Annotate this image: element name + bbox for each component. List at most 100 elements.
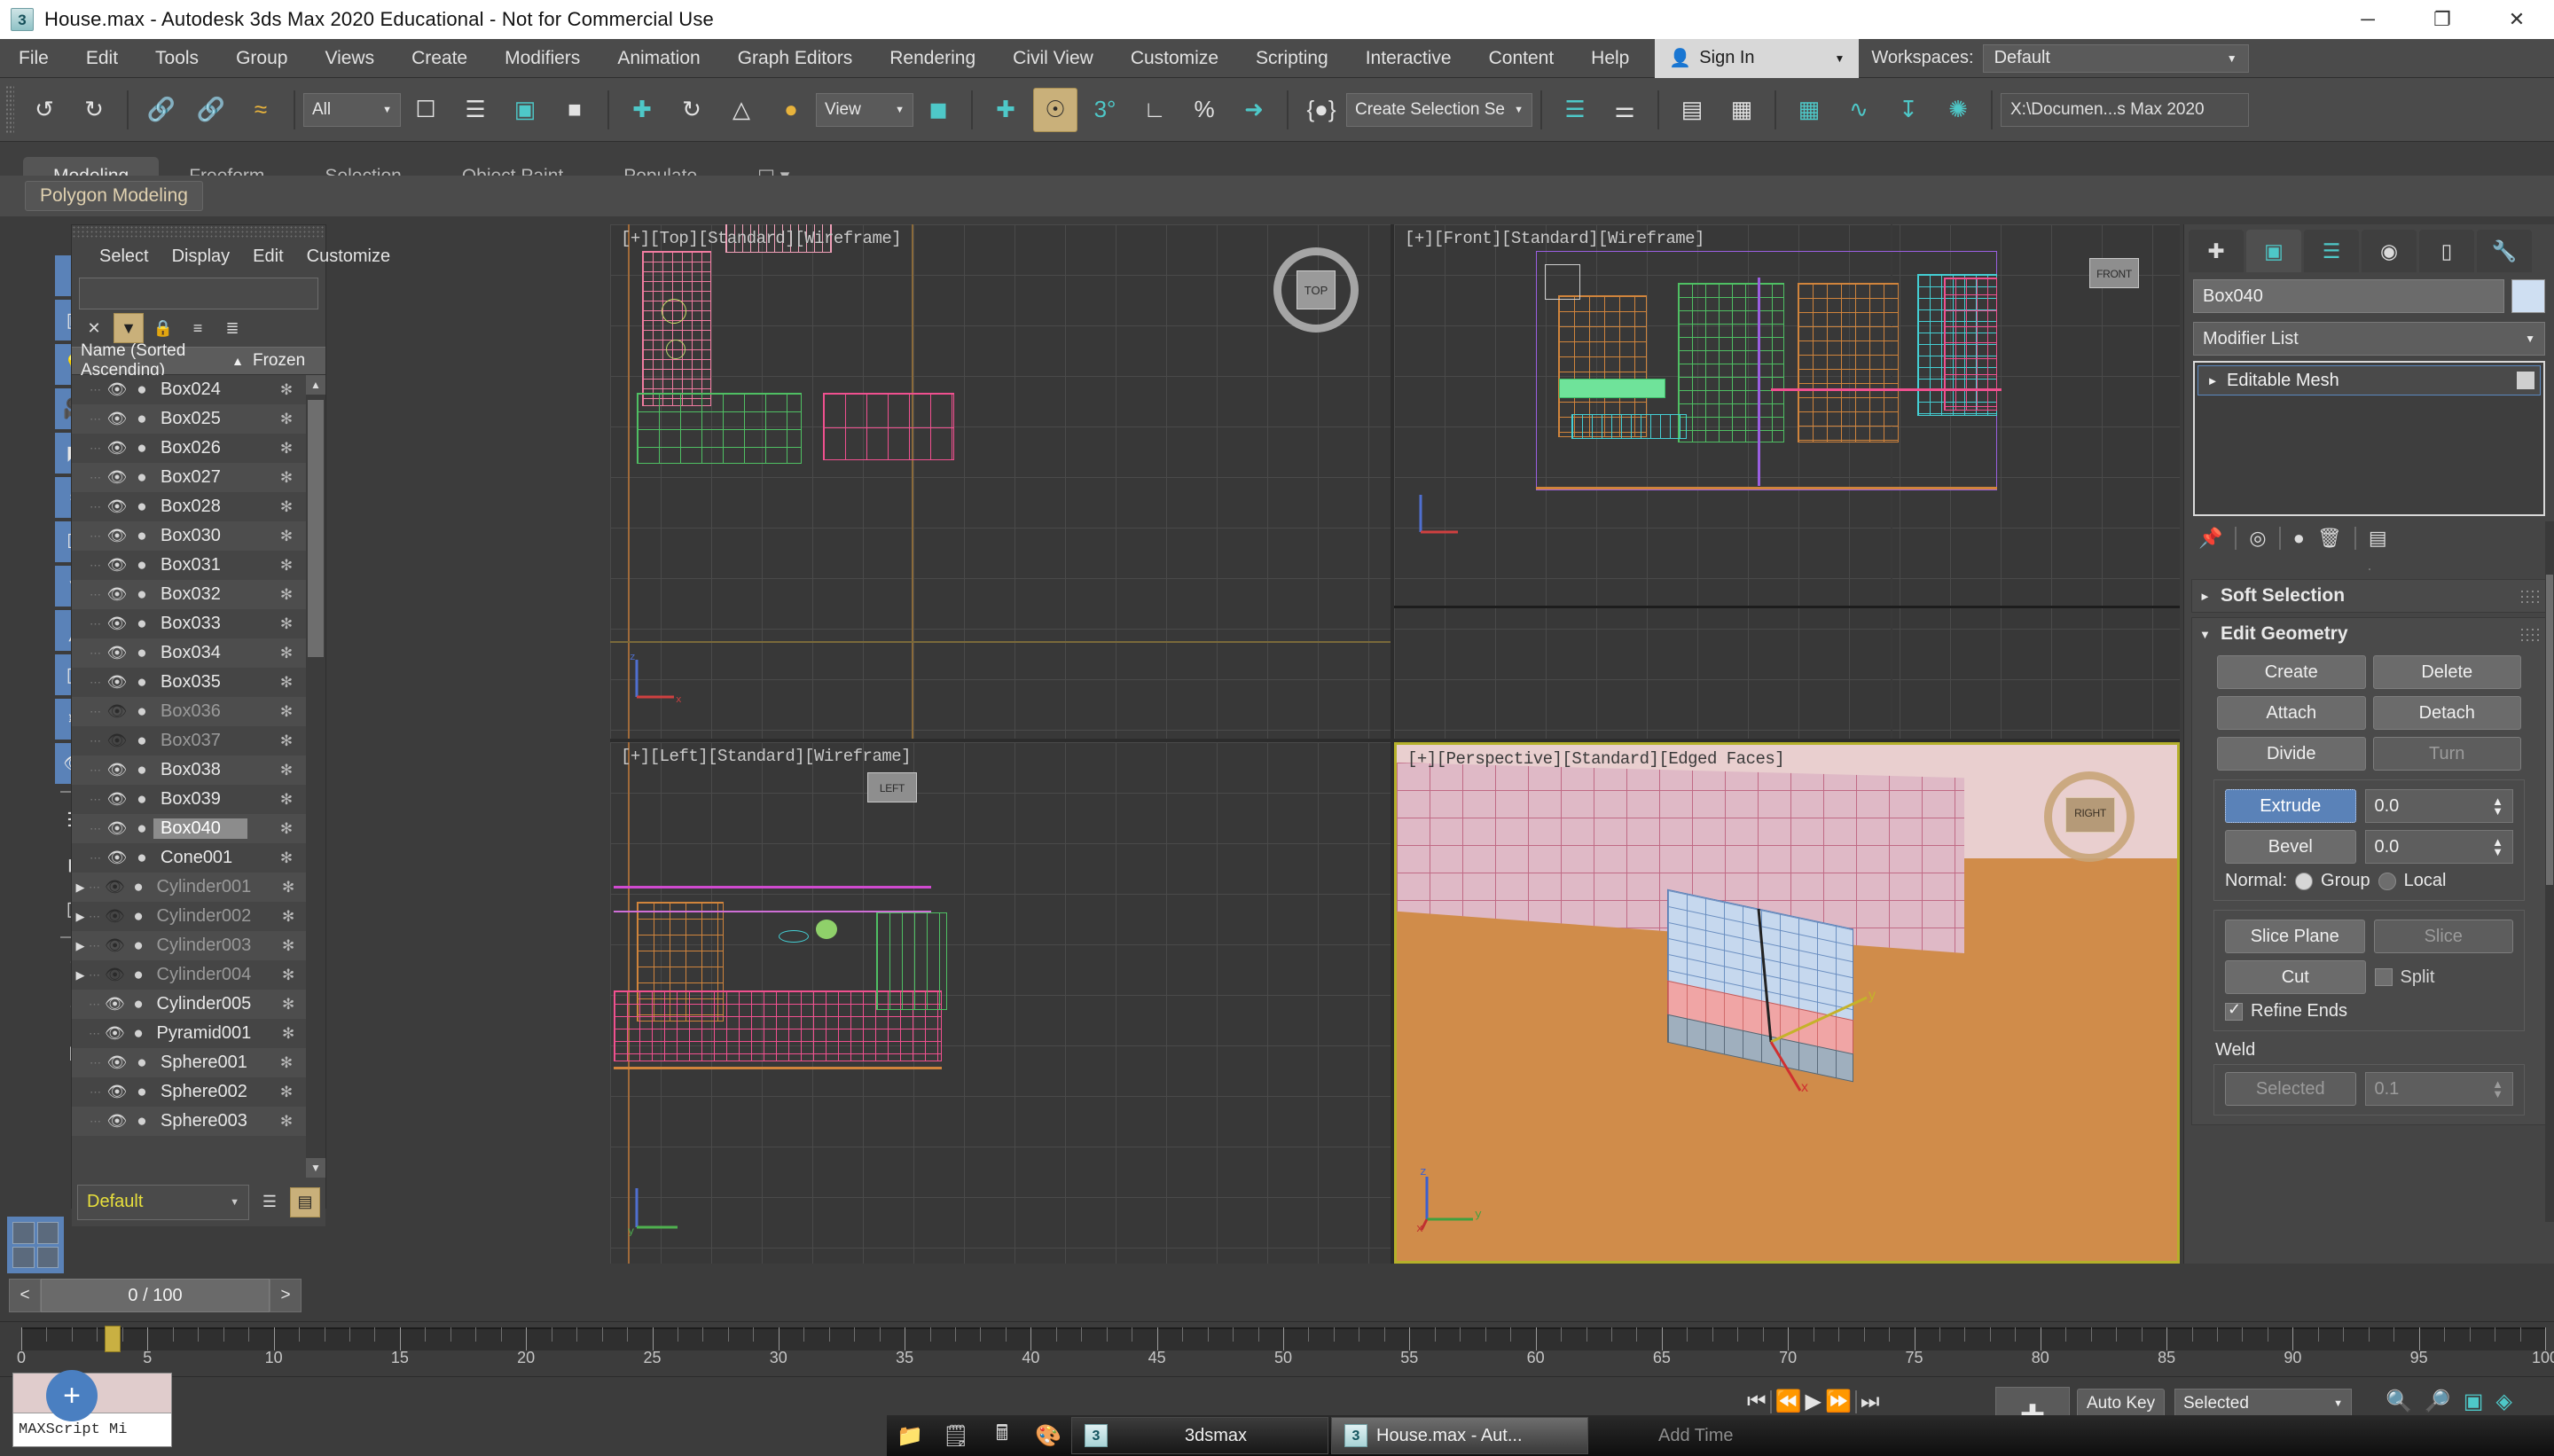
tab-create[interactable]: ✚ <box>2189 230 2244 272</box>
object-name[interactable]: Box030 <box>153 526 247 546</box>
scroll-up-icon[interactable]: ▲ <box>306 375 325 395</box>
table-row[interactable]: ⋯ 👁 ● Box032 ✻ <box>72 580 325 609</box>
visibility-toggle-icon[interactable]: 👁 <box>104 439 130 458</box>
table-row[interactable]: ⋯ 👁 ● Box040 ✻ <box>72 814 325 843</box>
object-name[interactable]: Box040 <box>153 818 247 839</box>
mirror-icon[interactable]: ☰ <box>1553 88 1597 132</box>
go-to-end-icon[interactable]: ⏭ <box>1861 1389 1880 1414</box>
table-row[interactable]: ▶ ⋯ 👁 ● Cylinder004 ✻ <box>72 960 325 990</box>
object-color-swatch[interactable] <box>2511 279 2545 313</box>
redo-icon[interactable]: ↻ <box>72 88 116 132</box>
explorer-menu-edit[interactable]: Edit <box>241 245 294 269</box>
expand-all-icon[interactable]: ≣ <box>217 313 247 343</box>
taskbar-item-3dsmax[interactable]: 3 3dsmax <box>1071 1417 1328 1454</box>
object-name[interactable]: Box039 <box>153 789 247 810</box>
lock-selection-icon[interactable]: 🔒 <box>148 313 178 343</box>
clear-search-icon[interactable]: ✕ <box>79 313 109 343</box>
object-name[interactable]: Cylinder002 <box>150 906 252 927</box>
angle-snap-toggle-icon[interactable]: ☉ <box>1033 87 1077 132</box>
ribbon-panel-polygon-modeling[interactable]: Polygon Modeling <box>25 181 203 211</box>
column-frozen[interactable]: Frozen <box>247 351 325 371</box>
folder-icon[interactable]: 📁 <box>890 1418 929 1453</box>
visibility-toggle-icon[interactable]: 👁 <box>104 819 130 838</box>
select-and-scale-icon[interactable]: △ <box>719 88 764 132</box>
visibility-toggle-icon[interactable]: 👁 <box>102 1024 128 1043</box>
viewport-top-label[interactable]: [+][Top][Standard][Wireframe] <box>621 229 902 248</box>
menu-content[interactable]: Content <box>1470 39 1573 78</box>
delete-button[interactable]: Delete <box>2372 655 2521 689</box>
bevel-amount-spinner[interactable]: 0.0 ▲ ▼ <box>2364 830 2513 864</box>
viewport-perspective-label[interactable]: [+][Perspective][Standard][Edged Faces] <box>1407 749 1785 769</box>
explorer-list[interactable]: ⋯ 👁 ● Box024 ✻ ⋯ 👁 ● Box025 ✻ ⋯ 👁 ● Box026 ✻ ⋯ 👁 ● Box027 ✻… <box>72 375 325 1178</box>
table-row[interactable]: ⋯ 👁 ● Box024 ✻ <box>72 375 325 404</box>
visibility-toggle-icon[interactable]: 👁 <box>104 497 130 516</box>
menu-group[interactable]: Group <box>217 39 306 78</box>
show-end-result-icon[interactable]: ◎ <box>2249 527 2266 550</box>
previous-frame-icon[interactable]: ⏪ <box>1775 1389 1802 1414</box>
object-name[interactable]: Cone001 <box>153 848 247 868</box>
undo-icon[interactable]: ↺ <box>22 88 67 132</box>
menu-animation[interactable]: Animation <box>599 39 718 78</box>
expand-arrow-icon[interactable]: ▶ <box>72 939 89 953</box>
move-gizmo[interactable]: y x <box>1751 900 1911 1095</box>
prev-frame-button[interactable]: < <box>9 1279 41 1312</box>
maximize-button[interactable]: ❐ <box>2405 0 2480 39</box>
expand-arrow-icon[interactable]: ▶ <box>72 910 89 924</box>
make-unique-icon[interactable]: ● <box>2293 527 2305 550</box>
viewport-top[interactable]: TOP z x [+][Top][Standard][Wireframe] <box>610 224 1391 739</box>
reference-coordinate-select[interactable]: View ▼ <box>816 92 913 127</box>
modifier-list-select[interactable]: Modifier List ▼ <box>2193 322 2545 356</box>
material-editor-icon[interactable]: ▦ <box>1787 88 1831 132</box>
extrude-button[interactable]: Extrude <box>2225 789 2356 823</box>
filter-toggle-icon[interactable]: ▼ <box>114 313 144 343</box>
minimize-button[interactable]: ─ <box>2331 0 2405 39</box>
spinner-arrows-icon[interactable]: ▲ ▼ <box>2492 836 2503 857</box>
object-name[interactable]: Cylinder003 <box>150 935 252 956</box>
table-row[interactable]: ⋯ 👁 ● Sphere003 ✻ <box>72 1107 325 1136</box>
object-name[interactable]: Cylinder001 <box>150 877 252 897</box>
explorer-menu-customize[interactable]: Customize <box>295 245 402 269</box>
table-row[interactable]: ⋯ 👁 ● Box026 ✻ <box>72 434 325 463</box>
table-row[interactable]: ⋯ 👁 ● Box034 ✻ <box>72 638 325 668</box>
table-row[interactable]: ⋯ 👁 ● Box031 ✻ <box>72 551 325 580</box>
scene-hierarchy-icon[interactable]: ▤ <box>290 1186 320 1217</box>
menu-interactive[interactable]: Interactive <box>1347 39 1470 78</box>
table-row[interactable]: ⋯ 👁 ● Cylinder005 ✻ <box>72 990 325 1019</box>
table-row[interactable]: ⋯ 👁 ● Box028 ✻ <box>72 492 325 521</box>
window-crossing-icon[interactable]: ■ <box>552 88 597 132</box>
next-frame-button[interactable]: > <box>270 1279 302 1312</box>
next-frame-icon[interactable]: ⏩ <box>1825 1389 1852 1414</box>
bind-to-space-warp-icon[interactable]: ≈ <box>239 88 283 132</box>
visibility-toggle-icon[interactable]: 👁 <box>104 468 130 487</box>
viewport-front[interactable]: FRONT [+][Front][Standard][Wireframe] <box>1394 224 2180 739</box>
configure-modifier-sets-icon[interactable]: ▤ <box>2369 527 2387 550</box>
time-slider-handle[interactable] <box>105 1326 121 1352</box>
tab-display[interactable]: ▯ <box>2419 230 2474 272</box>
extrude-amount-spinner[interactable]: 0.0 ▲ ▼ <box>2364 789 2513 823</box>
visibility-toggle-icon[interactable]: 👁 <box>104 1112 130 1131</box>
edit-named-selection-sets-icon[interactable]: {●} <box>1299 88 1344 132</box>
weld-threshold-spinner[interactable]: 0.1 ▲ ▼ <box>2364 1072 2513 1106</box>
menu-create[interactable]: Create <box>393 39 486 78</box>
viewport-perspective[interactable]: y x RIGHT z y x [+][Perspective][Standar… <box>1394 742 2180 1264</box>
scene-explorer-icon[interactable]: ▦ <box>1720 88 1764 132</box>
object-name[interactable]: Box026 <box>153 438 247 458</box>
expand-arrow-icon[interactable]: ► <box>2198 374 2227 387</box>
object-name-input[interactable]: Box040 <box>2193 279 2504 313</box>
object-name[interactable]: Box027 <box>153 467 247 488</box>
percent-snap-icon[interactable]: 3° <box>1083 88 1127 132</box>
modifier-toggle-icon[interactable] <box>2517 372 2534 389</box>
visibility-toggle-icon[interactable]: 👁 <box>102 966 128 984</box>
table-row[interactable]: ⋯ 👁 ● Pyramid001 ✻ <box>72 1019 325 1048</box>
object-name[interactable]: Box028 <box>153 497 247 517</box>
spinner-snap-icon[interactable]: ∟ <box>1132 88 1177 132</box>
explorer-scrollbar[interactable]: ▲ ▼ <box>306 375 325 1178</box>
object-name[interactable]: Box032 <box>153 584 247 605</box>
divide-button[interactable]: Divide <box>2217 737 2366 771</box>
curve-editor-icon[interactable]: ∿ <box>1837 88 1881 132</box>
pin-stack-icon[interactable]: 📌 <box>2198 527 2222 550</box>
object-name[interactable]: Box031 <box>153 555 247 575</box>
menu-file[interactable]: File <box>0 39 67 78</box>
workspace-select[interactable]: Default ▼ <box>1982 43 2249 73</box>
menu-views[interactable]: Views <box>306 39 393 78</box>
